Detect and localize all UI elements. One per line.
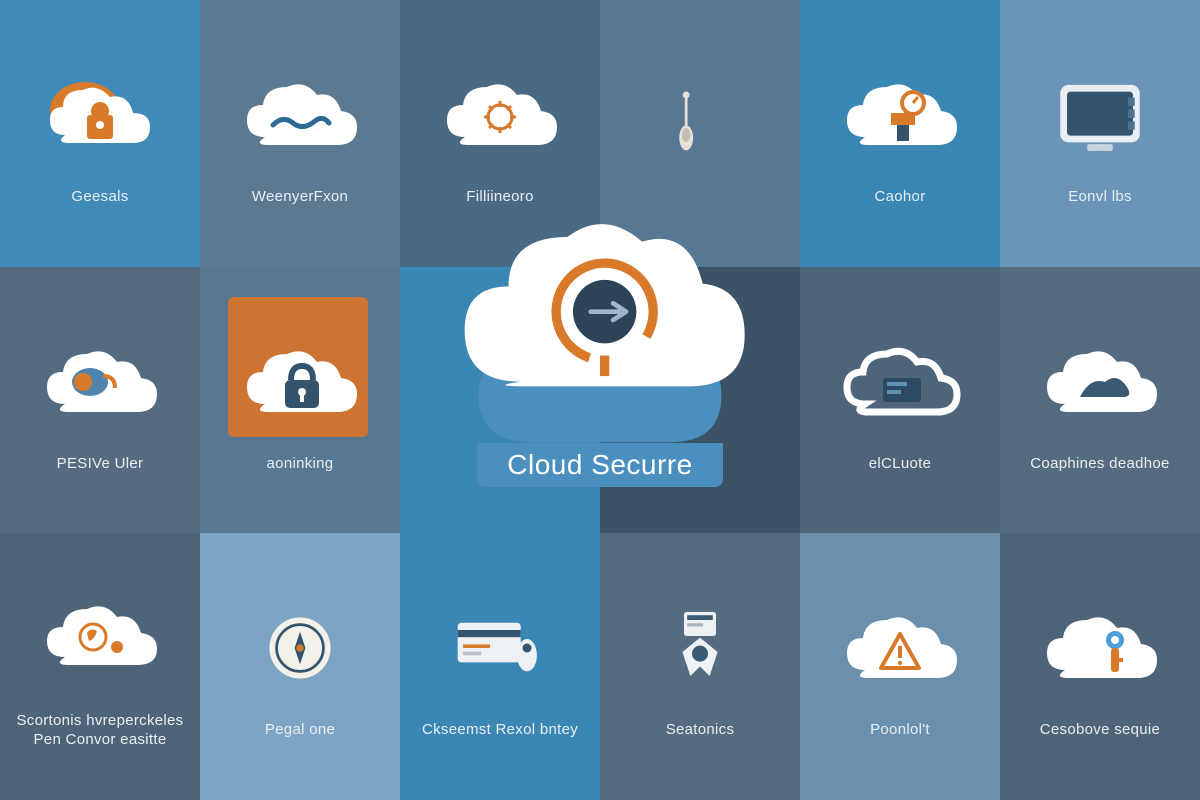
tile-label: Ckseemst Rexol bntey [422, 721, 578, 740]
card-key-icon [435, 593, 565, 703]
tile-center-left [400, 267, 600, 534]
tile-cesobove[interactable]: Cesobove sequie [1000, 533, 1200, 800]
tile-label: PESIVe Uler [57, 455, 144, 474]
tile-aoninking[interactable]: aoninking [200, 267, 400, 534]
tile-label: Poonlol't [870, 721, 930, 740]
tile-label: elCLuote [869, 455, 931, 474]
tile-probe[interactable] [600, 0, 800, 267]
cloud-sync-icon [35, 327, 165, 437]
tile-label: Geesals [71, 188, 128, 207]
tile-caohor[interactable]: Caohor [800, 0, 1000, 267]
cloud-mound-icon [1035, 327, 1165, 437]
tile-scortonis[interactable]: Scortonis hvreperckeles Pen Convor easit… [0, 533, 200, 800]
cloud-gauge-icon [835, 60, 965, 170]
tile-elcuote[interactable]: elCLuote [800, 267, 1000, 534]
probe-icon [635, 69, 765, 179]
cloud-storage-icon [835, 327, 965, 437]
cloud-profile-icon [35, 584, 165, 694]
tile-filliineoro[interactable]: Filliineoro [400, 0, 600, 267]
tile-geesals[interactable]: Geesals [0, 0, 200, 267]
cloud-user-icon [35, 60, 165, 170]
tile-label: WeenyerFxon [252, 188, 348, 207]
tile-label: aoninking [267, 455, 334, 474]
tile-label: Filliineoro [466, 188, 534, 207]
tile-eonvubs[interactable]: Eonvl lbs [1000, 0, 1200, 267]
tile-label: Caohor [875, 188, 926, 207]
tile-label: Pegal one [265, 721, 335, 740]
cloud-lock-icon [235, 327, 365, 437]
tile-seatonics[interactable]: Seatonics [600, 533, 800, 800]
tile-label: Coaphines deadhoe [1030, 455, 1169, 474]
tile-pesiveuler[interactable]: PESIVe Uler [0, 267, 200, 534]
cloud-wave-icon [235, 60, 365, 170]
cloud-key-icon [1035, 593, 1165, 703]
compass-icon [235, 593, 365, 703]
dashboard-grid: Geesals WeenyerFxon [0, 0, 1200, 800]
monitor-icon [1035, 60, 1165, 170]
tile-weenyerxon[interactable]: WeenyerFxon [200, 0, 400, 267]
tile-label: Scortonis hvreperckeles Pen Convor easit… [15, 712, 185, 750]
tile-center-right [600, 267, 800, 534]
tile-label: Eonvl lbs [1068, 188, 1132, 207]
tile-label: Seatonics [666, 721, 735, 740]
tile-ckseemst[interactable]: Ckseemst Rexol bntey [400, 533, 600, 800]
tile-pegalone[interactable]: Pegal one [200, 533, 400, 800]
tile-coaphines[interactable]: Coaphines deadhoe [1000, 267, 1200, 534]
tile-poonlolt[interactable]: Poonlol't [800, 533, 1000, 800]
cloud-gear-icon [435, 60, 565, 170]
cloud-alert-icon [835, 593, 965, 703]
badge-icon [635, 593, 765, 703]
tile-label: Cesobove sequie [1040, 721, 1160, 740]
